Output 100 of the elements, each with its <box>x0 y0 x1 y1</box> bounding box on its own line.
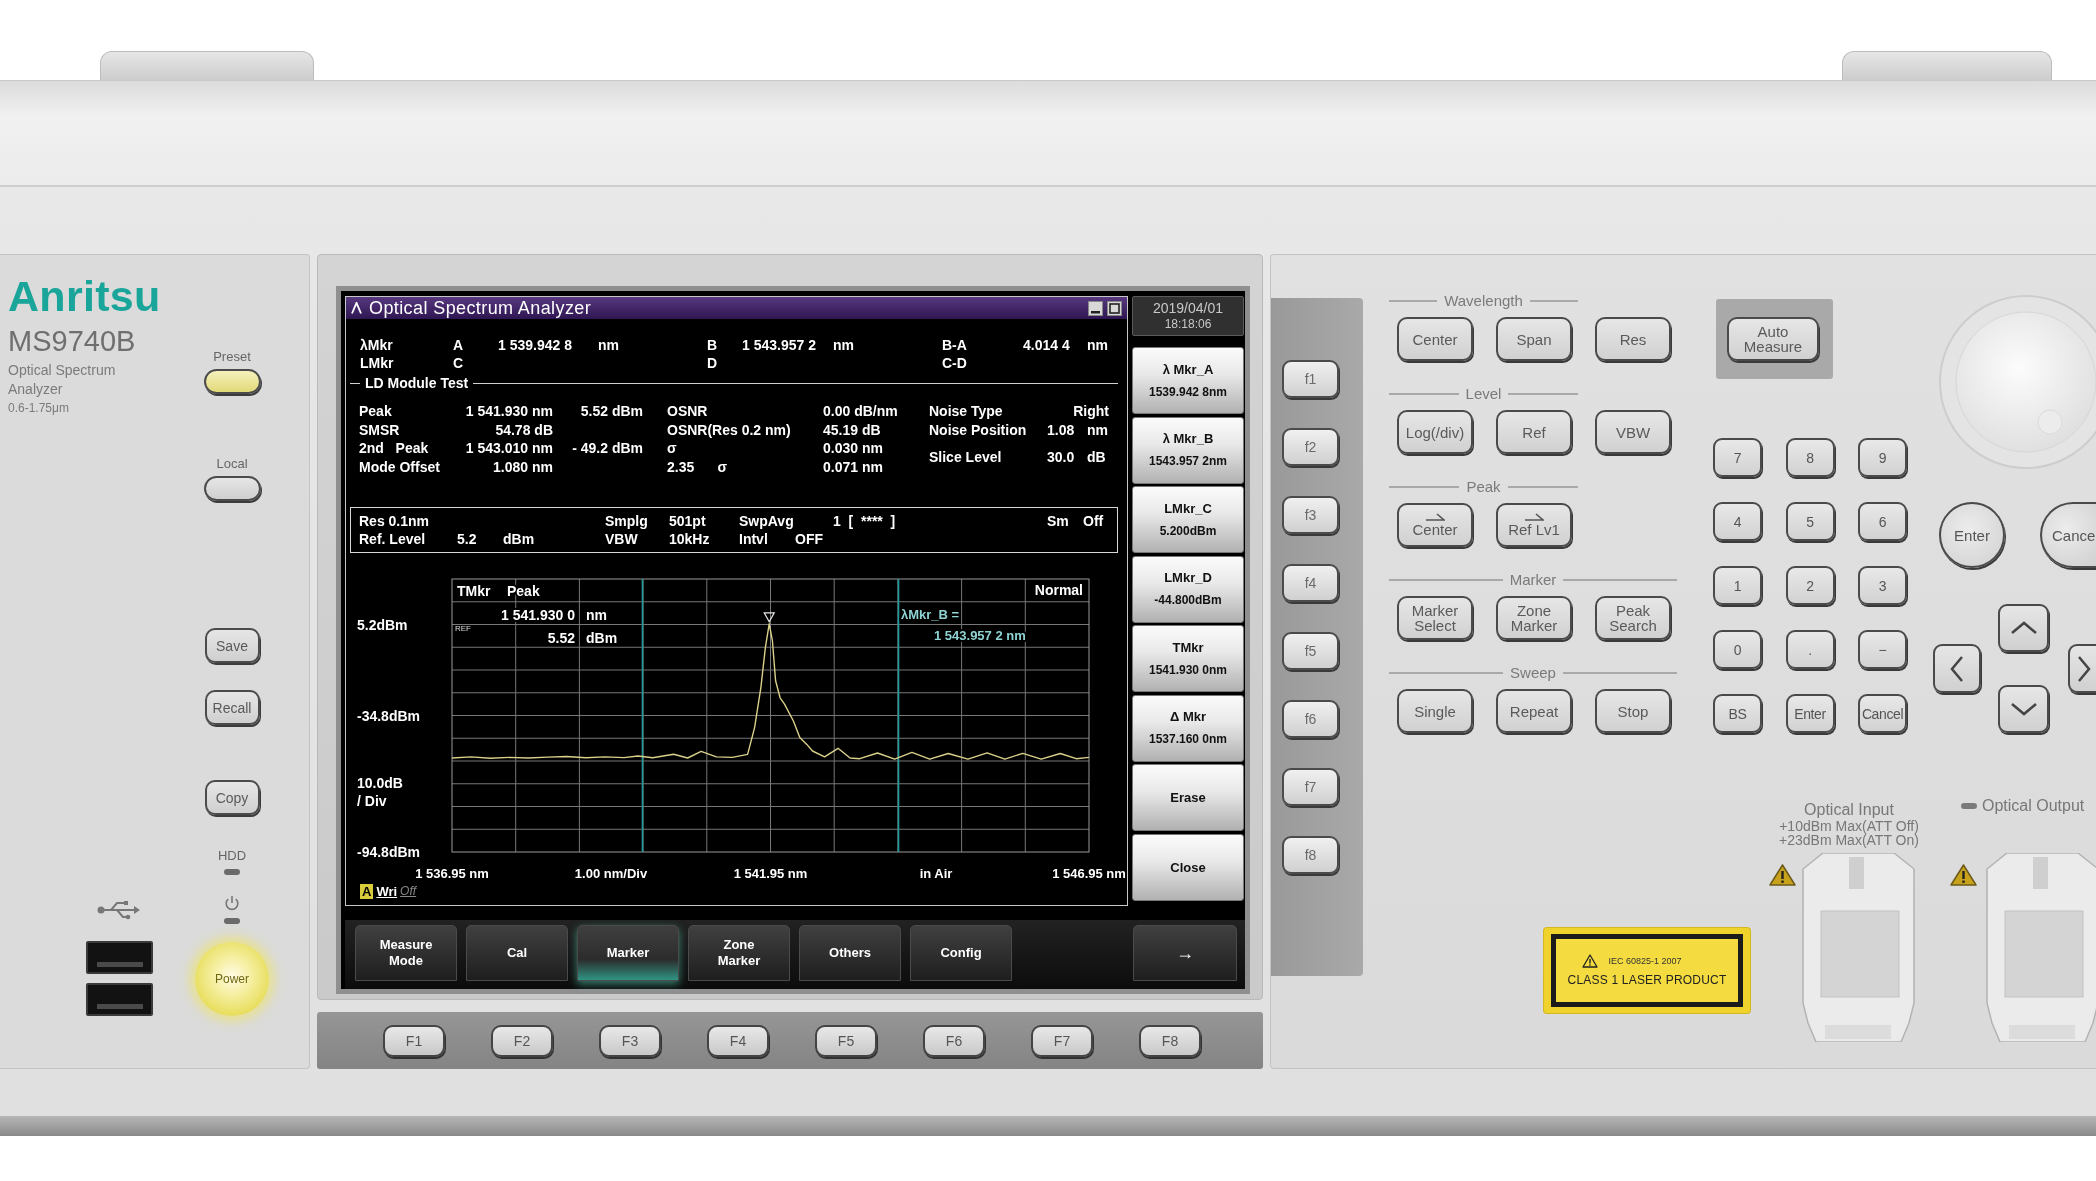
panel-button[interactable]: Span <box>1496 317 1572 361</box>
numpad-key[interactable]: Cancel <box>1858 694 1907 733</box>
tab[interactable]: Others <box>799 925 901 981</box>
condition-text: Ref. Level <box>359 530 427 548</box>
setting-unit: dB <box>1087 448 1107 467</box>
numpad-key[interactable]: 9 <box>1858 438 1907 477</box>
numpad-key[interactable]: − <box>1858 630 1907 669</box>
numpad-key[interactable]: Enter <box>1785 694 1835 733</box>
next-page-button[interactable]: → <box>1133 925 1237 981</box>
power-button[interactable]: Power <box>195 942 269 1016</box>
function-key[interactable]: F8 <box>1139 1024 1201 1057</box>
y-tick-label: 5.2dBm <box>357 616 408 633</box>
numpad-key[interactable]: 6 <box>1858 502 1907 541</box>
panel-button[interactable]: Single <box>1397 689 1473 733</box>
numpad-key[interactable]: 7 <box>1713 438 1762 477</box>
arrow-key[interactable] <box>1998 604 2049 652</box>
arrow-key[interactable] <box>1933 644 1981 693</box>
panel-key[interactable]: Save <box>204 628 260 663</box>
numpad-key[interactable]: 3 <box>1858 566 1907 605</box>
function-key[interactable]: F3 <box>599 1024 661 1057</box>
tab[interactable]: Cal <box>466 925 568 981</box>
round-key[interactable]: Cance <box>2040 502 2096 568</box>
panel-button[interactable]: Auto Measure <box>1727 317 1819 361</box>
numpad-key[interactable]: BS <box>1713 694 1762 733</box>
tab[interactable]: Config <box>910 925 1012 981</box>
condition-text: Intvl <box>739 530 769 548</box>
port-title: Optical Input <box>1804 801 1894 819</box>
softkey[interactable]: LMkr_C 5.200dBm <box>1132 486 1244 553</box>
softkey[interactable]: Erase <box>1132 764 1244 831</box>
write-mode-text: Wri <box>376 883 398 899</box>
tab[interactable]: Marker <box>577 925 679 981</box>
function-key[interactable]: F4 <box>707 1024 769 1057</box>
write-state-text: Off <box>400 883 417 899</box>
tab[interactable]: Measure Mode <box>355 925 457 981</box>
ref-label: REF <box>455 624 471 633</box>
panel-button[interactable]: Ref Lv1 <box>1496 503 1572 547</box>
condition-text: VBW <box>605 530 639 548</box>
softkey[interactable]: Close <box>1132 833 1244 901</box>
maximize-icon[interactable] <box>1107 300 1122 316</box>
panel-key[interactable]: Copy <box>204 780 260 815</box>
x-tick-label: 1 546.95 nm <box>1052 866 1126 881</box>
condition-text: Off <box>1083 512 1105 530</box>
function-key[interactable]: F7 <box>1031 1024 1093 1057</box>
tab[interactable]: Zone Marker <box>688 925 790 981</box>
side-key[interactable]: f5 <box>1282 632 1339 670</box>
port-spec: +10dBm Max(ATT Off) <box>1779 819 1919 833</box>
numpad-key[interactable]: 2 <box>1785 566 1835 605</box>
softkey[interactable]: Δ Mkr 1537.160 0nm <box>1132 694 1244 762</box>
softkey[interactable]: λ Mkr_B 1543.957 2nm <box>1132 416 1244 484</box>
function-key[interactable]: F2 <box>491 1024 553 1057</box>
result-value: - 49.2 dBm <box>571 439 643 458</box>
panel-button[interactable]: Res <box>1595 317 1671 361</box>
panel-button[interactable]: Marker Select <box>1397 596 1473 640</box>
readout-wavelength: 1 541.930 0 <box>501 607 575 623</box>
softkey[interactable]: TMkr 1541.930 0nm <box>1132 625 1244 692</box>
panel-key[interactable] <box>203 369 261 394</box>
side-key[interactable]: f2 <box>1282 428 1339 466</box>
scale-label: 10.0dB <box>357 775 403 791</box>
panel-button[interactable]: VBW <box>1595 410 1671 454</box>
panel-key[interactable] <box>203 476 261 501</box>
numpad-key[interactable]: 1 <box>1713 566 1762 605</box>
minimize-icon[interactable] <box>1088 300 1103 316</box>
panel-button[interactable]: Peak Search <box>1595 596 1671 640</box>
numpad-key[interactable]: . <box>1785 630 1835 669</box>
group-label: Wavelength <box>1443 293 1524 309</box>
marker-name: B <box>707 336 719 354</box>
side-key[interactable]: f7 <box>1282 768 1339 806</box>
y-tick-label: -34.8dBm <box>357 707 421 724</box>
side-key[interactable]: f6 <box>1282 700 1339 738</box>
panel-button[interactable]: Zone Marker <box>1496 596 1572 640</box>
side-key[interactable]: f4 <box>1282 564 1339 602</box>
softkey[interactable]: λ Mkr_A 1539.942 8nm <box>1132 347 1244 414</box>
function-key[interactable]: F6 <box>923 1024 985 1057</box>
panel-button[interactable]: Repeat <box>1496 689 1572 733</box>
function-key[interactable]: F5 <box>815 1024 877 1057</box>
numpad-key[interactable]: 5 <box>1785 502 1835 541</box>
section-title: LD Module Test <box>364 374 470 392</box>
panel-button[interactable]: Center <box>1397 317 1473 361</box>
function-key[interactable]: F1 <box>383 1024 445 1057</box>
condition-text: SwpAvg <box>739 512 795 530</box>
setting-value: Right <box>1072 402 1109 421</box>
arrow-key[interactable] <box>2068 644 2096 693</box>
numpad-key[interactable]: 0 <box>1713 630 1762 669</box>
side-key[interactable]: f1 <box>1282 360 1339 398</box>
readout-unit: dBm <box>586 630 618 646</box>
group-label: Level <box>1464 386 1503 402</box>
arrow-key[interactable] <box>1998 685 2049 733</box>
y-tick-label: -94.8dBm <box>357 844 421 860</box>
numpad-key[interactable]: 4 <box>1713 502 1762 541</box>
panel-key[interactable]: Recall <box>204 690 260 725</box>
panel-button[interactable]: Ref <box>1496 410 1572 454</box>
panel-button[interactable]: Center <box>1397 503 1473 547</box>
side-key[interactable]: f3 <box>1282 496 1339 534</box>
panel-button[interactable]: Stop <box>1595 689 1671 733</box>
softkey[interactable]: LMkr_D -44.800dBm <box>1132 555 1244 623</box>
round-key[interactable]: Enter <box>1939 502 2005 568</box>
logo-icon <box>351 302 362 314</box>
panel-button[interactable]: Log(/div) <box>1397 410 1473 454</box>
side-key[interactable]: f8 <box>1282 836 1339 874</box>
numpad-key[interactable]: 8 <box>1785 438 1835 477</box>
